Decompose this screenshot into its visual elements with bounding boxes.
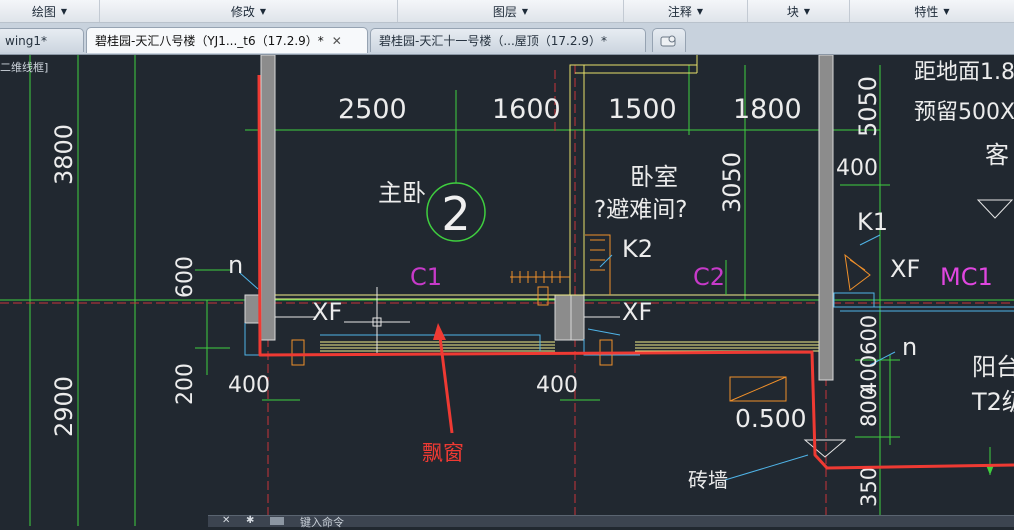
- ribbon-panel-layers[interactable]: 图层 ▼: [398, 0, 624, 22]
- recent-commands-icon[interactable]: [270, 517, 284, 525]
- dim-400-left: 400: [228, 373, 270, 398]
- room-t2: T2级: [971, 388, 1014, 416]
- annotation-bay-window: 飘窗: [422, 441, 464, 465]
- dim-400-right: 400: [836, 156, 878, 181]
- tag-n-right: n: [902, 333, 917, 361]
- tag-k1: K1: [857, 208, 888, 236]
- level-marker-icon: [976, 199, 1014, 219]
- room-balcony: 阳台: [972, 353, 1014, 381]
- tag-mc1: MC1: [940, 263, 993, 291]
- axis-number: 2: [441, 187, 470, 241]
- ribbon-panel-block[interactable]: 块 ▼: [748, 0, 850, 22]
- tag-n-left: n: [228, 251, 243, 279]
- new-tab-icon: [660, 35, 676, 46]
- close-icon[interactable]: ✕: [332, 34, 342, 48]
- ribbon-panel-modify[interactable]: 修改 ▼: [100, 0, 398, 22]
- dim-1800: 1800: [733, 94, 802, 125]
- chevron-down-icon: ▼: [696, 6, 704, 16]
- chevron-down-icon: ▼: [803, 6, 811, 16]
- dim-400600: 400600: [857, 315, 881, 395]
- tag-xf-left: XF: [312, 298, 342, 326]
- level-0500: 0.500: [735, 404, 807, 433]
- tag-xf-right: XF: [890, 255, 920, 283]
- chevron-down-icon: ▼: [521, 6, 529, 16]
- floor-plan-drawing[interactable]: 2 2500 1600 1500 1800 400 400 400 0.500 …: [0, 55, 1014, 526]
- file-tab-tianhui-11[interactable]: 碧桂园-天汇十一号楼（...屋顶（17.2.9）*: [370, 28, 646, 52]
- room-refuge: ?避难间?: [594, 197, 687, 223]
- chevron-down-icon: ▼: [943, 6, 950, 16]
- ribbon-panel-bar: 绘图 ▼ 修改 ▼ 图层 ▼ 注释 ▼ 块 ▼ 特性 ▼: [0, 0, 1014, 23]
- dim-600: 600: [173, 256, 198, 298]
- new-tab-button[interactable]: [652, 28, 686, 52]
- dim-800: 800: [857, 387, 881, 427]
- chevron-down-icon: ▼: [60, 6, 68, 16]
- dim-3800: 3800: [50, 124, 78, 185]
- dim-1500: 1500: [608, 94, 677, 125]
- close-icon[interactable]: ✕: [222, 515, 230, 526]
- ribbon-panel-properties[interactable]: 特性 ▼: [850, 0, 1014, 22]
- tag-k2: K2: [622, 235, 653, 263]
- file-tab-drawing1[interactable]: wing1*: [0, 28, 84, 52]
- tag-xf-mid: XF: [622, 298, 652, 326]
- ribbon-panel-draw[interactable]: 绘图 ▼: [0, 0, 100, 22]
- room-master-bedroom: 主卧: [378, 179, 426, 207]
- tag-c1: C1: [410, 263, 442, 291]
- dim-400-mid: 400: [536, 373, 578, 398]
- room-living: 客: [985, 141, 1009, 169]
- dim-3050: 3050: [718, 152, 746, 213]
- dim-2900: 2900: [50, 376, 78, 437]
- note-window: 预留500X50: [914, 100, 1014, 125]
- tag-c2: C2: [693, 263, 725, 291]
- command-line[interactable]: ✕ ✱ 键入命令: [208, 514, 1014, 530]
- dim-5050: 5050: [854, 76, 882, 137]
- dim-200: 200: [173, 363, 198, 405]
- chevron-down-icon: ▼: [259, 6, 267, 16]
- dim-1600: 1600: [492, 94, 561, 125]
- leader-lines: [239, 234, 896, 481]
- file-tab-tianhui-8[interactable]: 碧桂园-天汇八号楼（YJ1..._t6（17.2.9）* ✕: [86, 27, 368, 53]
- dim-2500: 2500: [338, 94, 407, 125]
- level-marker-icon: [803, 439, 847, 458]
- tag-brick-wall: 砖墙: [688, 468, 728, 492]
- drawing-canvas[interactable]: 二维线框] 2 2500 1600 1500 1800 400 400 400 …: [0, 55, 1014, 526]
- view-style-label[interactable]: 二维线框]: [0, 59, 48, 75]
- command-input[interactable]: 键入命令: [300, 514, 344, 530]
- file-tab-bar: wing1* 碧桂园-天汇八号楼（YJ1..._t6（17.2.9）* ✕ 碧桂…: [0, 23, 1014, 55]
- dim-350: 350: [857, 467, 881, 507]
- note-height: 距地面1.800: [914, 60, 1014, 85]
- settings-icon[interactable]: ✱: [246, 515, 254, 526]
- ribbon-panel-annotation[interactable]: 注释 ▼: [624, 0, 748, 22]
- room-bedroom: 卧室: [630, 163, 678, 191]
